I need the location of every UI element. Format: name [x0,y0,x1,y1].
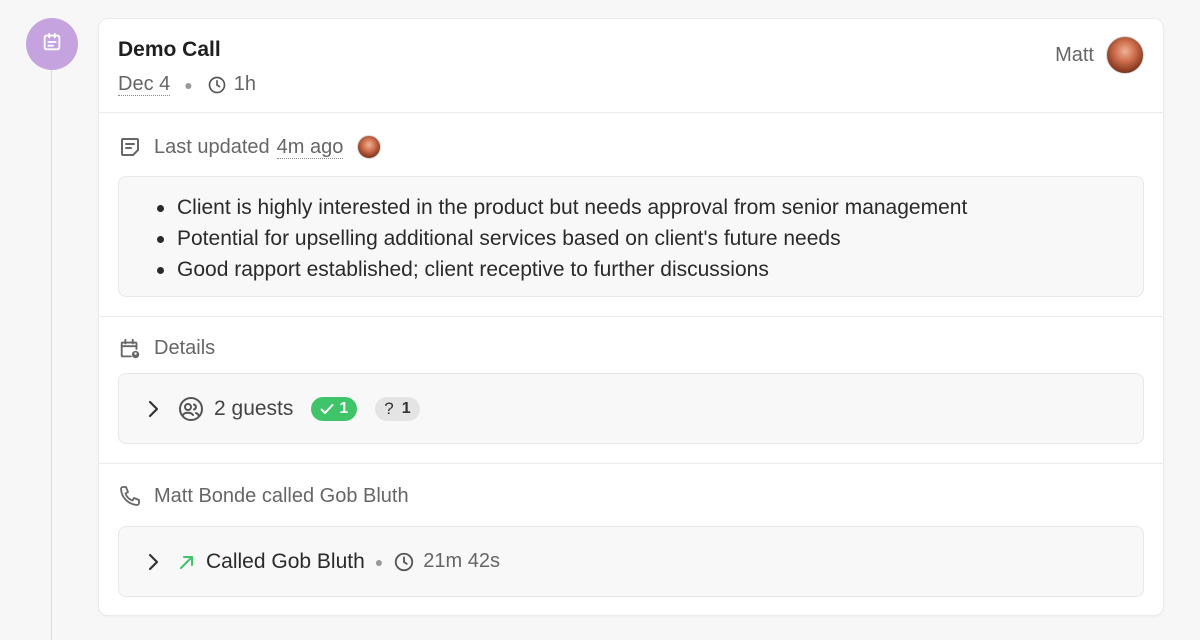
notes-box[interactable]: Client is highly interested in the produ… [118,176,1144,297]
pending-count: 1 [401,399,411,417]
event-type-badge [26,18,78,70]
chevron-right-icon[interactable] [146,552,160,572]
divider [99,463,1163,464]
meta-separator: ● [184,76,193,93]
note-item: Potential for upselling additional servi… [157,223,1143,254]
pending-badge: ? 1 [375,396,420,421]
divider [99,316,1163,317]
call-separator: ● [374,553,384,570]
clock-icon [207,75,227,95]
guests-icon [178,396,204,422]
question-icon: ? [384,398,394,418]
timeline-line [51,60,52,640]
chevron-right-icon[interactable] [146,399,160,419]
calendar-user-icon [118,336,142,360]
call-header: Matt Bonde called Gob Bluth [118,484,409,508]
notes-header: Last updated 4m ago [118,135,382,159]
divider [99,112,1163,113]
outgoing-arrow-icon [178,553,196,571]
call-row[interactable]: Called Gob Bluth ● 21m 42s [118,526,1144,597]
call-summary: Called Gob Bluth [206,549,365,573]
details-label: Details [154,336,216,359]
guests-row-content: 2 guests 1 ? 1 [146,374,438,443]
event-duration: 1h [233,73,256,95]
clock-icon [393,551,415,573]
note-item: Good rapport established; client recepti… [157,254,1143,285]
owner-avatar [1106,36,1144,74]
guests-row[interactable]: 2 guests 1 ? 1 [118,373,1144,444]
owner-name: Matt [1055,43,1094,66]
note-item: Client is highly interested in the produ… [157,192,1143,223]
event-title: Demo Call [118,38,221,61]
notes-list: Client is highly interested in the produ… [119,177,1143,285]
event-date[interactable]: Dec 4 [118,73,171,96]
event-meta: Dec 4 ● 1h [118,73,256,96]
call-header-text: Matt Bonde called Gob Bluth [154,484,409,507]
accepted-badge: 1 [311,396,358,421]
check-icon [320,403,334,415]
accepted-count: 1 [339,399,349,417]
phone-icon [118,484,142,508]
guests-count: 2 guests [214,396,294,420]
notes-updated-time[interactable]: 4m ago [276,136,344,159]
notes-updated-label: Last updated [154,135,270,158]
call-row-content: Called Gob Bluth ● 21m 42s [146,527,500,596]
event-card: Demo Call Dec 4 ● 1h Matt Last updated 4… [98,18,1164,616]
details-header: Details [118,336,215,360]
note-icon [118,135,142,159]
calendar-icon [41,31,63,58]
editor-avatar [357,135,382,159]
event-owner[interactable]: Matt [1055,36,1144,74]
call-duration: 21m 42s [423,550,500,572]
